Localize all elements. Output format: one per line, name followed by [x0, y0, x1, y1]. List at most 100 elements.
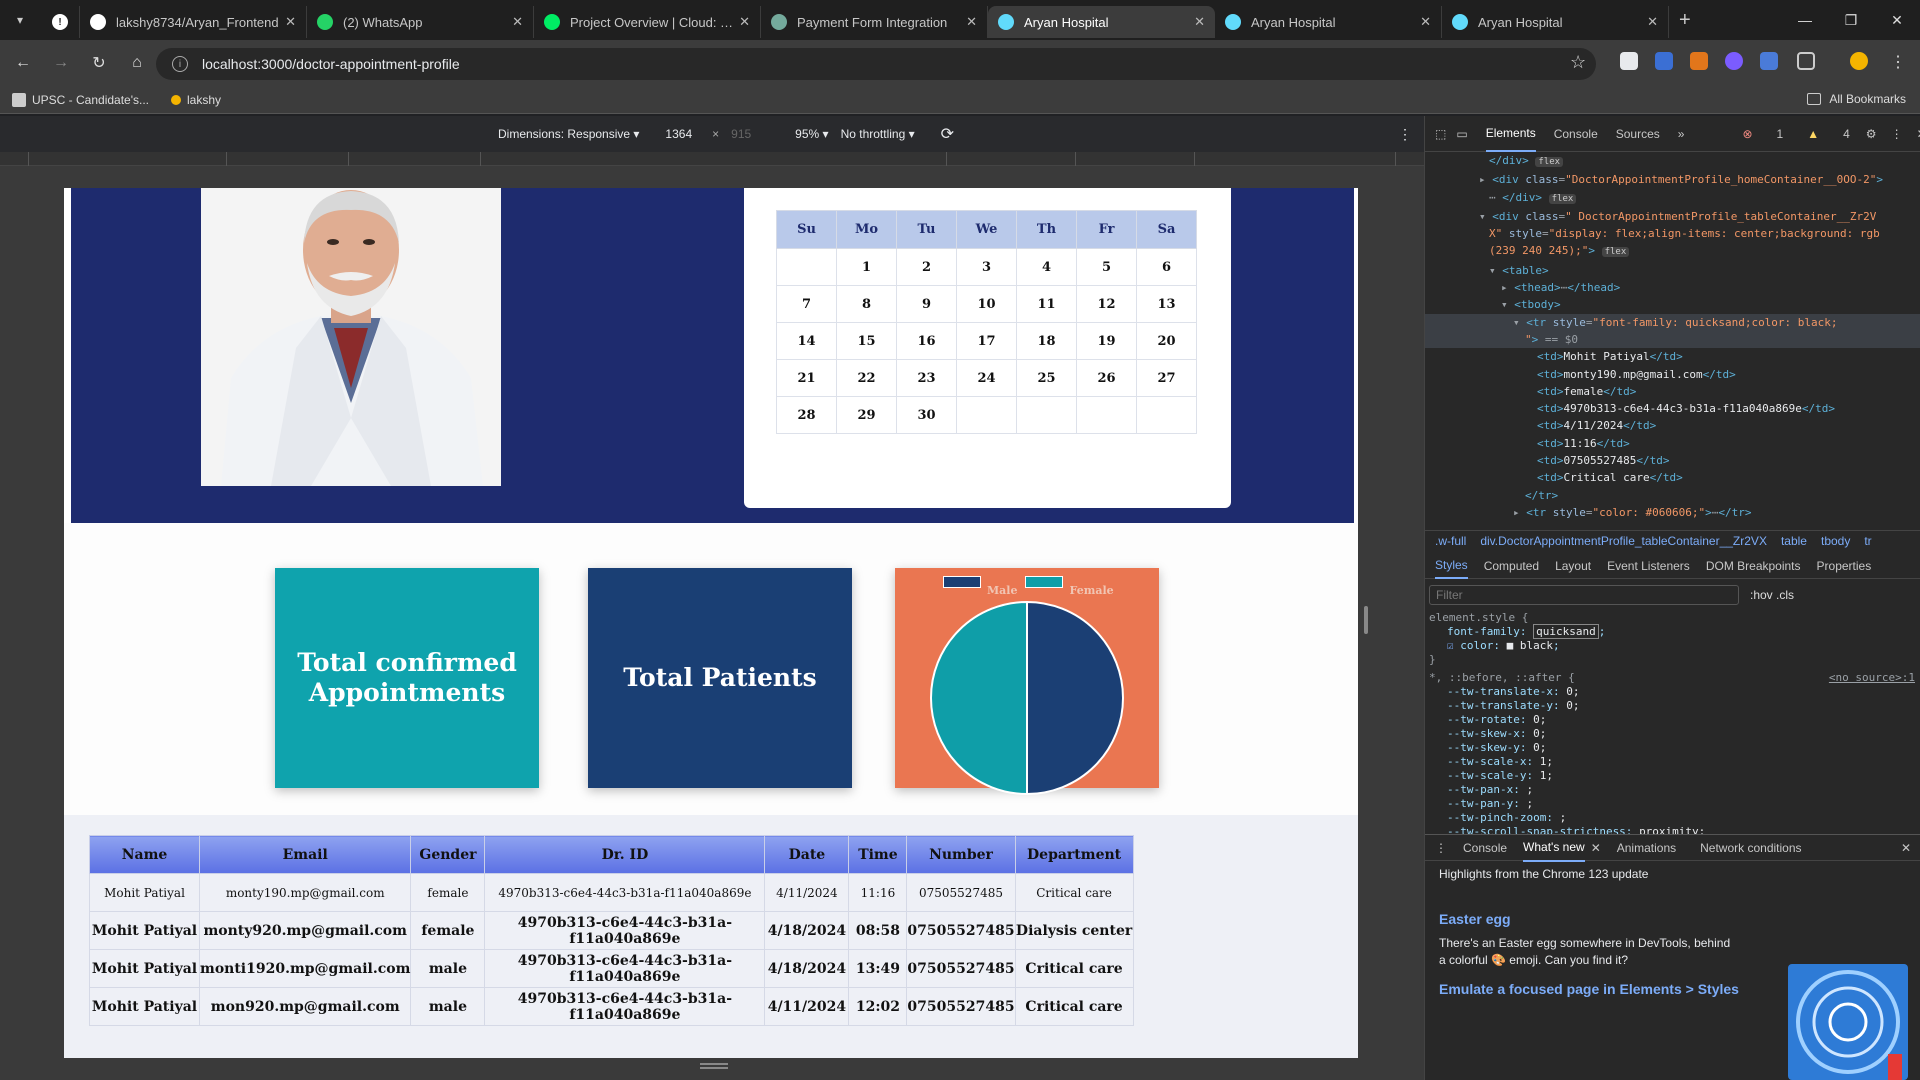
- extension-icon[interactable]: [1655, 52, 1673, 70]
- restore-icon[interactable]: ❐: [1828, 12, 1874, 29]
- inspect-icon[interactable]: ⬚: [1435, 127, 1446, 141]
- calendar-date[interactable]: 9: [896, 285, 957, 323]
- extension-icon[interactable]: [1620, 52, 1638, 70]
- calendar-date[interactable]: 4: [1016, 248, 1077, 286]
- forward-icon[interactable]: →: [46, 54, 76, 72]
- tab-console[interactable]: Console: [1554, 127, 1598, 141]
- drawer-menu-icon[interactable]: ⋮: [1435, 841, 1447, 855]
- calendar-date[interactable]: 8: [836, 285, 897, 323]
- tab-styles[interactable]: Styles: [1435, 553, 1468, 579]
- close-devtools-icon[interactable]: ✕: [1917, 127, 1920, 141]
- reload-icon[interactable]: ↻: [84, 53, 114, 73]
- calendar-date[interactable]: 26: [1076, 359, 1137, 397]
- browser-tab[interactable]: Aryan Hospital ✕: [1442, 6, 1669, 38]
- breadcrumb-item[interactable]: tbody: [1821, 534, 1850, 548]
- device-toggle-icon[interactable]: ▭: [1456, 127, 1467, 141]
- close-window-icon[interactable]: ✕: [1874, 12, 1920, 29]
- close-tab-icon[interactable]: ✕: [1591, 841, 1601, 855]
- calendar-date[interactable]: 29: [836, 396, 897, 434]
- site-info-icon[interactable]: i: [172, 56, 188, 72]
- calendar-date[interactable]: 15: [836, 322, 897, 360]
- calendar-date[interactable]: 5: [1076, 248, 1137, 286]
- rotate-icon[interactable]: ⟳: [941, 124, 954, 144]
- confirmed-appointments-card[interactable]: Total confirmed Appointments: [275, 568, 539, 788]
- drawer-tab-network-conditions[interactable]: Network conditions: [1700, 841, 1801, 855]
- breadcrumb-item[interactable]: div.DoctorAppointmentProfile_tableContai…: [1480, 534, 1767, 548]
- calendar-date[interactable]: 27: [1136, 359, 1197, 397]
- table-row[interactable]: Mohit Patiyal monty920.mp@gmail.com female…: [89, 911, 1134, 950]
- breadcrumb-item[interactable]: tr: [1864, 534, 1871, 548]
- minimize-icon[interactable]: —: [1782, 12, 1828, 28]
- tab-sources[interactable]: Sources: [1616, 127, 1660, 141]
- calendar-date[interactable]: 11: [1016, 285, 1077, 323]
- close-drawer-icon[interactable]: ✕: [1901, 841, 1911, 855]
- metamask-icon[interactable]: [1690, 52, 1708, 70]
- browser-tab[interactable]: !: [40, 6, 80, 38]
- calendar-date[interactable]: 24: [956, 359, 1017, 397]
- calendar-date[interactable]: 3: [956, 248, 1017, 286]
- close-tab-icon[interactable]: ✕: [739, 14, 750, 30]
- calendar-date[interactable]: 7: [776, 285, 837, 323]
- more-tabs-icon[interactable]: »: [1678, 127, 1685, 141]
- close-tab-icon[interactable]: ✕: [1194, 14, 1205, 30]
- close-tab-icon[interactable]: ✕: [285, 14, 296, 30]
- bookmark-star-icon[interactable]: ☆: [1570, 52, 1586, 73]
- tab-properties[interactable]: Properties: [1817, 559, 1872, 573]
- breadcrumb-item[interactable]: table: [1781, 534, 1807, 548]
- calendar-date[interactable]: 25: [1016, 359, 1077, 397]
- calendar-date[interactable]: 23: [896, 359, 957, 397]
- url-bar[interactable]: i localhost:3000/doctor-appointment-prof…: [156, 48, 1596, 80]
- resize-handle-right[interactable]: [1364, 606, 1368, 634]
- calendar-date[interactable]: 16: [896, 322, 957, 360]
- drawer-tab-whats-new[interactable]: What's new: [1523, 834, 1585, 862]
- whats-new-title[interactable]: Easter egg: [1439, 911, 1907, 927]
- browser-tab[interactable]: Aryan Hospital ✕: [1215, 6, 1442, 38]
- breadcrumb-item[interactable]: .w-full: [1435, 534, 1466, 548]
- bookmark-lakshy[interactable]: lakshy: [171, 93, 221, 107]
- calendar-date[interactable]: 19: [1076, 322, 1137, 360]
- device-options-icon[interactable]: ⋮: [1398, 126, 1412, 143]
- browser-tab[interactable]: lakshy8734/Aryan_Frontend ✕: [80, 6, 307, 38]
- close-tab-icon[interactable]: ✕: [966, 14, 977, 30]
- issues-counter[interactable]: ⊗ 1 ▲ 4: [1724, 127, 1849, 141]
- tab-event-listeners[interactable]: Event Listeners: [1607, 559, 1690, 573]
- profile-avatar[interactable]: [1850, 52, 1868, 70]
- table-row[interactable]: Mohit Patiyal monty190.mp@gmail.com female…: [89, 873, 1134, 912]
- calendar-date[interactable]: 1: [836, 248, 897, 286]
- calendar-date[interactable]: 14: [776, 322, 837, 360]
- pie-slice-female[interactable]: [930, 600, 1028, 796]
- close-tab-icon[interactable]: ✕: [1420, 14, 1431, 30]
- extension-icon[interactable]: [1725, 52, 1743, 70]
- dimensions-dropdown[interactable]: Dimensions: Responsive ▾: [498, 127, 639, 141]
- calendar-date[interactable]: 30: [896, 396, 957, 434]
- resize-handle-bottom[interactable]: [700, 1063, 728, 1069]
- calendar-date[interactable]: 10: [956, 285, 1017, 323]
- close-tab-icon[interactable]: ✕: [512, 14, 523, 30]
- calendar-date[interactable]: 28: [776, 396, 837, 434]
- tab-computed[interactable]: Computed: [1484, 559, 1539, 573]
- calendar-date[interactable]: 2: [896, 248, 957, 286]
- bookmark-upsc[interactable]: UPSC - Candidate's...: [12, 92, 149, 107]
- browser-tab[interactable]: Payment Form Integration ✕: [761, 6, 988, 38]
- kebab-menu-icon[interactable]: ⋮: [1890, 52, 1906, 71]
- devtools-menu-icon[interactable]: ⋮: [1891, 127, 1903, 141]
- settings-gear-icon[interactable]: ⚙: [1866, 127, 1877, 141]
- browser-tab[interactable]: Aryan Hospital ✕: [988, 6, 1215, 38]
- total-patients-card[interactable]: Total Patients: [588, 568, 852, 788]
- calendar-date[interactable]: 20: [1136, 322, 1197, 360]
- width-input[interactable]: 1364: [665, 127, 692, 141]
- calendar-date[interactable]: 17: [956, 322, 1017, 360]
- tab-elements[interactable]: Elements: [1485, 116, 1536, 152]
- styles-filter-buttons[interactable]: :hov .cls: [1750, 588, 1794, 602]
- calendar-date[interactable]: 22: [836, 359, 897, 397]
- calendar-date[interactable]: 18: [1016, 322, 1077, 360]
- calendar-date[interactable]: 21: [776, 359, 837, 397]
- pie-slice-male[interactable]: [1026, 600, 1124, 796]
- extension-icon[interactable]: [1760, 52, 1778, 70]
- home-icon[interactable]: ⌂: [122, 54, 152, 72]
- tab-search-icon[interactable]: ▾: [0, 0, 40, 40]
- media-query-ruler[interactable]: [0, 152, 1424, 166]
- close-tab-icon[interactable]: ✕: [1647, 14, 1658, 30]
- throttling-dropdown[interactable]: No throttling ▾: [841, 127, 915, 141]
- drawer-tab-console[interactable]: Console: [1463, 841, 1507, 855]
